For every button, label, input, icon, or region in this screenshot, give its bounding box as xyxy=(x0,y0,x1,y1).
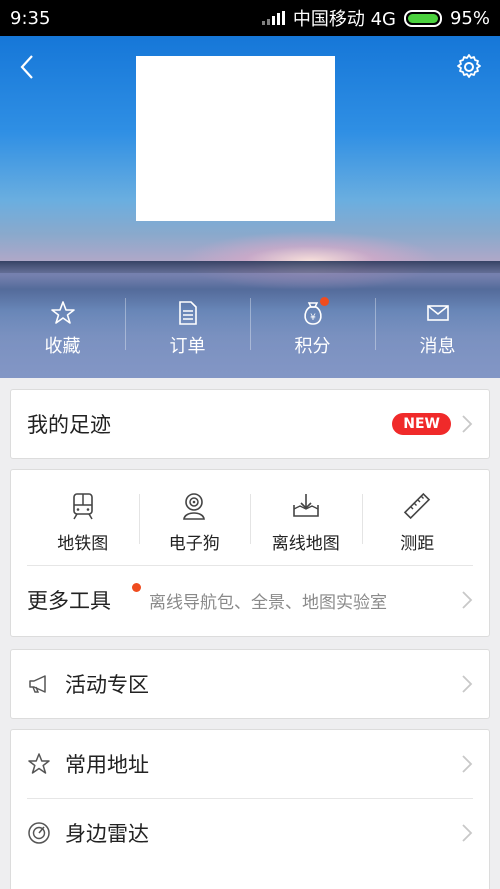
shortcut-points[interactable]: ¥ 积分 xyxy=(250,294,375,364)
chevron-right-icon xyxy=(462,675,473,693)
envelope-icon xyxy=(426,305,449,321)
new-badge: NEW xyxy=(392,413,451,435)
shortcut-label: 积分 xyxy=(294,336,331,357)
shortcut-label: 收藏 xyxy=(44,336,81,357)
star-outline-icon xyxy=(28,753,50,774)
activity-label: 活动专区 xyxy=(65,673,149,697)
megaphone-icon xyxy=(29,675,46,693)
status-time: 9:35 xyxy=(10,7,51,29)
signal-icon xyxy=(261,11,285,25)
tool-subway-map[interactable]: 地铁图 xyxy=(27,480,139,565)
address-card: 常用地址 身边雷达 xyxy=(10,729,490,889)
radar-icon xyxy=(28,822,50,844)
footprint-card: 我的足迹 NEW xyxy=(10,389,490,459)
footprint-label: 我的足迹 xyxy=(27,413,111,437)
nearby-radar-row[interactable]: 身边雷达 xyxy=(11,799,489,867)
tools-grid: 地铁图 电子狗 离线地图 测距 xyxy=(27,470,473,566)
chevron-right-icon xyxy=(462,591,473,609)
shortcut-label: 订单 xyxy=(169,336,206,357)
avatar[interactable] xyxy=(136,56,335,221)
tool-label: 地铁图 xyxy=(57,534,109,554)
city-skyline xyxy=(0,261,500,273)
activity-card: 活动专区 xyxy=(10,649,490,719)
document-icon xyxy=(178,301,197,325)
activity-row[interactable]: 活动专区 xyxy=(11,650,489,718)
settings-button[interactable] xyxy=(454,52,484,82)
star-icon xyxy=(50,301,75,324)
tool-measure-distance[interactable]: 测距 xyxy=(361,480,474,565)
profile-header: 收藏 订单 ¥ 积分 消息 xyxy=(0,36,500,378)
common-address-label: 常用地址 xyxy=(65,753,149,777)
common-address-row[interactable]: 常用地址 xyxy=(11,730,489,798)
tool-label: 离线地图 xyxy=(271,534,340,554)
notification-dot xyxy=(132,583,141,592)
status-bar: 9:35 中国移动 4G 95% xyxy=(0,0,500,36)
more-tools-row[interactable]: 更多工具 离线导航包、全景、地图实验室 xyxy=(11,566,489,634)
battery-icon xyxy=(403,9,442,27)
shortcut-favorites[interactable]: 收藏 xyxy=(0,294,125,364)
chevron-right-icon xyxy=(462,755,473,773)
tools-card: 地铁图 电子狗 离线地图 测距 更多工具 离线导航包、全景、地图实验室 xyxy=(10,469,490,637)
more-tools-label: 更多工具 xyxy=(27,589,111,613)
camera-icon xyxy=(183,493,206,520)
gear-icon xyxy=(457,54,481,78)
carrier-label: 中国移动 4G xyxy=(292,9,396,30)
subway-icon xyxy=(72,493,93,520)
chevron-right-icon xyxy=(462,415,473,433)
svg-text:¥: ¥ xyxy=(310,313,316,323)
tool-label: 电子狗 xyxy=(168,534,220,554)
notification-dot xyxy=(320,297,329,306)
shortcut-messages[interactable]: 消息 xyxy=(375,294,500,364)
tool-speed-camera[interactable]: 电子狗 xyxy=(138,480,251,565)
profile-shortcuts: 收藏 订单 ¥ 积分 消息 xyxy=(0,294,500,364)
nearby-radar-label: 身边雷达 xyxy=(65,822,149,846)
offline-download-icon xyxy=(292,494,319,517)
chevron-right-icon xyxy=(462,824,473,842)
tool-offline-map[interactable]: 离线地图 xyxy=(250,480,362,565)
chevron-left-icon xyxy=(20,55,33,79)
back-button[interactable] xyxy=(14,52,42,82)
ruler-icon xyxy=(404,492,431,520)
tool-label: 测距 xyxy=(400,534,435,554)
shortcut-orders[interactable]: 订单 xyxy=(125,294,250,364)
shortcut-label: 消息 xyxy=(419,336,456,357)
footprint-row[interactable]: 我的足迹 NEW xyxy=(11,390,489,458)
battery-level: 95% xyxy=(449,7,490,29)
more-tools-description: 离线导航包、全景、地图实验室 xyxy=(149,592,387,613)
